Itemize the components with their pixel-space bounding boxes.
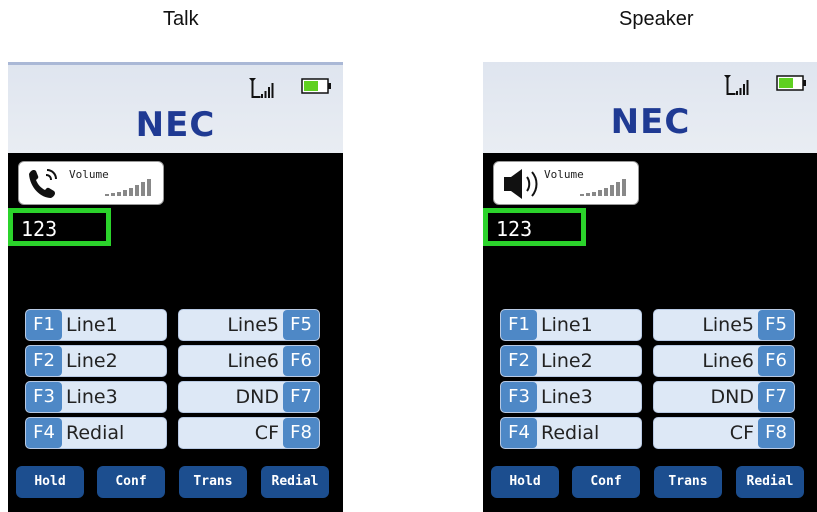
fkey-tag: F8: [283, 418, 319, 448]
fkey-f4[interactable]: F4 Redial: [25, 417, 167, 449]
fkey-tag: F5: [283, 310, 319, 340]
fkey-label: CF: [729, 422, 754, 444]
fkey-label: Line2: [66, 350, 118, 372]
fkey-tag: F2: [501, 346, 537, 376]
fkey-tag: F5: [758, 310, 794, 340]
fkey-label: DND: [235, 386, 279, 408]
softkey-conf[interactable]: Conf: [572, 466, 640, 498]
fkey-tag: F7: [758, 382, 794, 412]
phone-talk-screen: NEC Volume 123 F1 Line1 Line5 F5 F2 Line…: [8, 62, 343, 512]
fkey-f8[interactable]: CF F8: [178, 417, 320, 449]
fkey-tag: F1: [26, 310, 62, 340]
caption-speaker: Speaker: [619, 8, 694, 30]
phone-speaker-screen: NEC Volume 123 F1 Line1 Line5 F5 F2 Line…: [483, 62, 817, 512]
fkey-label: Redial: [66, 422, 125, 444]
volume-indicator: Volume: [493, 161, 639, 205]
fkey-f7[interactable]: DND F7: [178, 381, 320, 413]
phone-header: NEC: [8, 62, 343, 153]
fkey-f2[interactable]: F2 Line2: [500, 345, 642, 377]
caption-talk: Talk: [163, 8, 199, 30]
volume-level-bars: [580, 179, 626, 196]
fkey-tag: F6: [758, 346, 794, 376]
fkey-f3[interactable]: F3 Line3: [25, 381, 167, 413]
fkey-label: Line5: [702, 314, 754, 336]
fkey-label: Line2: [541, 350, 593, 372]
fkey-f4[interactable]: F4 Redial: [500, 417, 642, 449]
fkey-label: CF: [254, 422, 279, 444]
fkey-label: Line1: [66, 314, 118, 336]
fkey-label: DND: [710, 386, 754, 408]
fkey-f1[interactable]: F1 Line1: [500, 309, 642, 341]
battery-icon: [301, 78, 331, 94]
fkey-tag: F4: [501, 418, 537, 448]
fkey-tag: F8: [758, 418, 794, 448]
fkey-tag: F2: [26, 346, 62, 376]
fkey-label: Line1: [541, 314, 593, 336]
fkey-f7[interactable]: DND F7: [653, 381, 795, 413]
softkey-trans[interactable]: Trans: [654, 466, 722, 498]
fkey-f3[interactable]: F3 Line3: [500, 381, 642, 413]
fkey-tag: F3: [26, 382, 62, 412]
fkey-f1[interactable]: F1 Line1: [25, 309, 167, 341]
softkey-hold[interactable]: Hold: [491, 466, 559, 498]
phone-display: Volume 123 F1 Line1 Line5 F5 F2 Line2 Li…: [483, 153, 817, 512]
fkey-label: Line3: [541, 386, 593, 408]
fkey-tag: F7: [283, 382, 319, 412]
phone-header: NEC: [483, 62, 817, 153]
brand-logo: NEC: [135, 105, 216, 145]
fkey-tag: F3: [501, 382, 537, 412]
fkey-label: Line6: [227, 350, 279, 372]
dialed-number: 123: [8, 208, 111, 246]
softkey-redial[interactable]: Redial: [736, 466, 804, 498]
fkey-label: Line3: [66, 386, 118, 408]
softkey-redial[interactable]: Redial: [261, 466, 329, 498]
softkey-hold[interactable]: Hold: [16, 466, 84, 498]
softkey-trans[interactable]: Trans: [179, 466, 247, 498]
speaker-icon: [504, 169, 538, 199]
volume-level-bars: [105, 179, 151, 196]
dialed-number: 123: [483, 208, 586, 246]
fkey-f2[interactable]: F2 Line2: [25, 345, 167, 377]
fkey-label: Redial: [541, 422, 600, 444]
handset-icon: [29, 169, 57, 198]
fkey-f5[interactable]: Line5 F5: [178, 309, 320, 341]
volume-indicator: Volume: [18, 161, 164, 205]
softkey-conf[interactable]: Conf: [97, 466, 165, 498]
fkey-f5[interactable]: Line5 F5: [653, 309, 795, 341]
fkey-tag: F6: [283, 346, 319, 376]
fkey-f6[interactable]: Line6 F6: [178, 345, 320, 377]
phone-display: Volume 123 F1 Line1 Line5 F5 F2 Line2 Li…: [8, 153, 343, 512]
fkey-tag: F1: [501, 310, 537, 340]
fkey-label: Line6: [702, 350, 754, 372]
signal-icon: [249, 78, 274, 98]
battery-icon: [776, 75, 806, 91]
fkey-f6[interactable]: Line6 F6: [653, 345, 795, 377]
signal-icon: [724, 75, 749, 95]
brand-logo: NEC: [610, 102, 691, 142]
fkey-f8[interactable]: CF F8: [653, 417, 795, 449]
fkey-tag: F4: [26, 418, 62, 448]
fkey-label: Line5: [227, 314, 279, 336]
